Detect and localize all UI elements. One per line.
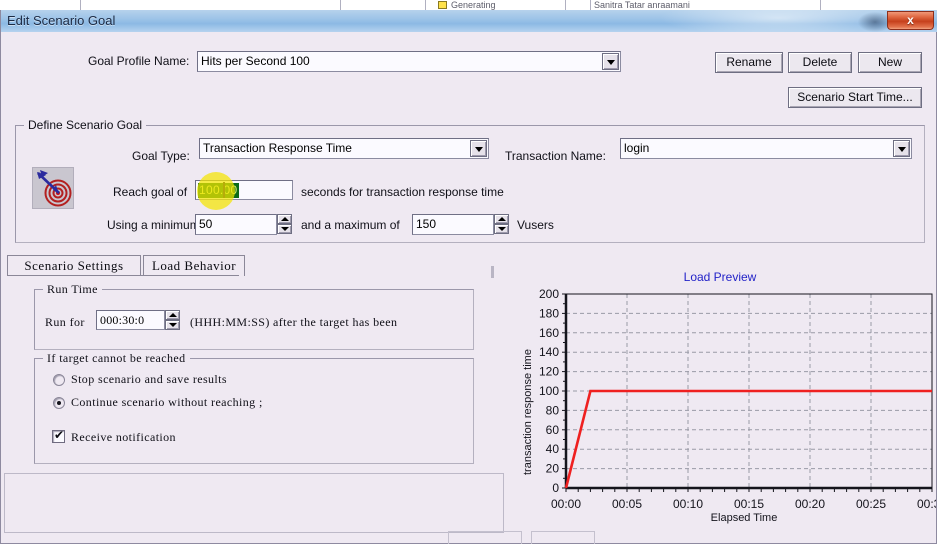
transaction-name-label: Transaction Name: [505,149,606,163]
stepper-up-icon[interactable] [165,310,180,320]
run-for-label: Run for [45,315,85,329]
chart-y-tick-label: 160 [539,326,559,340]
radio-stop-scenario-label: Stop scenario and save results [71,372,227,386]
if-target-caption: If target cannot be reached [43,351,190,366]
run-for-duration-stepper[interactable] [165,310,180,330]
edit-scenario-goal-dialog: Edit Scenario Goal x Goal Profile Name: … [0,10,937,544]
maximum-vusers-stepper[interactable] [494,214,509,235]
delete-button[interactable]: Delete [788,52,852,73]
run-for-trailing-label: after the target has been [273,315,398,329]
chart-series-line [564,389,932,489]
duration-format-label: (HHH:MM:SS) [190,315,270,329]
minimum-vusers-input[interactable]: 50 [195,214,277,235]
stepper-down-icon[interactable] [494,224,509,234]
new-button[interactable]: New [858,52,922,73]
stepper-down-icon[interactable] [277,224,292,234]
stepper-up-icon[interactable] [277,214,292,224]
reach-goal-suffix-label: seconds for transaction response time [301,185,504,199]
goal-type-select[interactable]: Transaction Response Time [199,138,489,159]
maximum-label: and a maximum of [301,218,400,232]
tab-scenario-settings[interactable]: Scenario Settings [7,255,141,276]
stepper-up-icon[interactable] [494,214,509,224]
chart-canvas: 0 20 40 60 80 100 120 140 160 180 200 00:00 00:05 00:… [539,287,936,511]
reach-goal-label: Reach goal of [113,185,188,199]
vusers-label: Vusers [517,218,554,232]
tab-strip-divider [7,275,239,276]
title-bar[interactable]: Edit Scenario Goal x [1,10,937,32]
transaction-name-select[interactable]: login [620,138,912,159]
maximum-vusers-input[interactable]: 150 [412,214,494,235]
close-icon[interactable]: x [887,11,934,30]
chevron-down-icon[interactable] [893,140,910,157]
chart-x-tick-label: 00:30 [917,497,936,511]
checkbox-receive-notification[interactable] [52,428,65,443]
chart-x-tick-label: 00:25 [856,497,886,511]
goal-profile-input[interactable]: Hits per Second 100 [197,51,621,72]
panel-splitter-handle[interactable] [491,266,494,278]
rename-button[interactable]: Rename [715,52,783,73]
radio-continue-scenario-label: Continue scenario without reaching ; [71,395,263,409]
goal-profile-label: Goal Profile Name: [88,54,190,68]
window-title: Edit Scenario Goal [7,13,116,28]
load-preview-chart: Load Preview transaction response time 0… [504,260,936,535]
chart-y-tick-label: 20 [546,462,560,476]
radio-continue-scenario[interactable] [53,397,65,409]
define-scenario-goal-caption: Define Scenario Goal [24,118,147,132]
screen-root: Generating Sanitra Tatar anraamani Edit … [0,0,937,544]
chart-x-tick-label: 00:00 [551,497,581,511]
goal-type-label: Goal Type: [132,149,190,163]
chart-y-tick-label: 60 [546,423,560,437]
chart-x-tick-label: 00:05 [612,497,642,511]
target-arrow-icon [32,167,74,209]
click-indicator-halo [197,172,235,210]
scenario-start-time-button[interactable]: Scenario Start Time... [788,87,922,108]
run-for-duration-input[interactable]: 000:30:0 [96,310,165,330]
chart-y-tick-label: 80 [546,403,560,417]
radio-stop-scenario[interactable] [53,374,65,386]
tab-load-behavior[interactable]: Load Behavior [143,255,245,276]
chart-x-tick-label: 00:20 [795,497,825,511]
chart-y-tick-label: 200 [539,287,559,301]
chart-y-tick-label: 120 [539,365,559,379]
chart-x-tick-label: 00:15 [734,497,764,511]
chart-x-axis-label: Elapsed Time [710,512,778,524]
chart-y-tick-label: 40 [546,442,560,456]
chart-y-tick-label: 100 [539,384,559,398]
stepper-down-icon[interactable] [165,320,180,330]
checkbox-receive-notification-label: Receive notification [71,430,176,444]
minimum-vusers-stepper[interactable] [277,214,292,235]
chevron-down-icon[interactable] [470,140,487,157]
chart-y-tick-label: 0 [552,481,559,495]
chevron-down-icon[interactable] [602,53,619,70]
chart-y-tick-label: 180 [539,306,559,320]
run-time-caption: Run Time [43,282,102,297]
chart-x-tick-label: 00:10 [673,497,703,511]
chart-y-tick-label: 140 [539,345,559,359]
left-panel-frame [4,473,504,533]
